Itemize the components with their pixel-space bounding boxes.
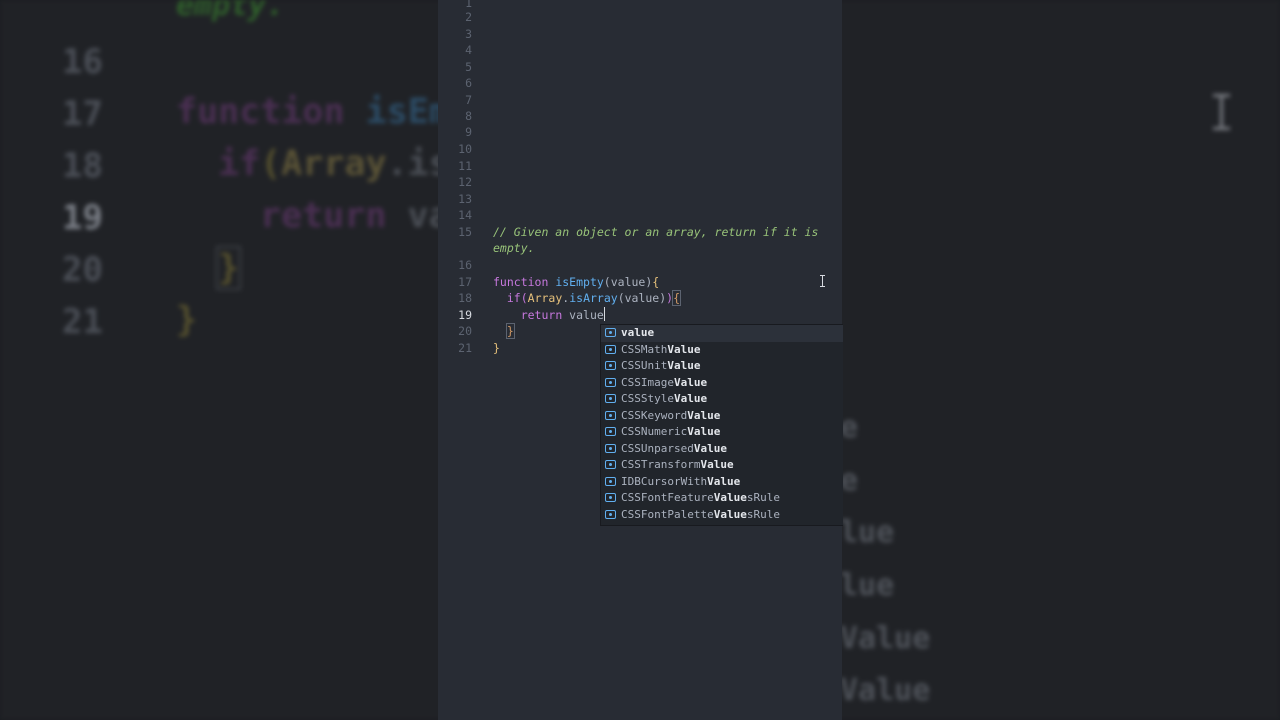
text-cursor-icon	[820, 275, 825, 287]
line-number: 8	[465, 109, 472, 123]
autocomplete-widget[interactable]: value CSSMathValue CSSUnitValue CSSImage…	[600, 324, 843, 526]
bg-code-line-17: function isEm	[176, 92, 450, 132]
suggestion-item[interactable]: CSSKeywordValue	[601, 408, 843, 425]
line-number: 6	[465, 76, 472, 90]
line-number-active: 19	[458, 308, 472, 322]
variable-icon	[605, 460, 616, 469]
line-number: 21	[458, 341, 472, 355]
line-number: 5	[465, 60, 472, 74]
suggestion-item[interactable]: IDBCursorWithValue	[601, 474, 843, 491]
line-number: 10	[458, 142, 472, 156]
code-comment-line: // Given an object or an array, return i…	[493, 225, 819, 239]
line-number: 4	[465, 43, 472, 57]
line-number: 2	[465, 10, 472, 24]
text-caret	[603, 307, 605, 321]
suggestion-item[interactable]: CSSUnparsedValue	[601, 441, 843, 458]
bg-line-number: 20	[62, 250, 103, 290]
suggestion-item[interactable]: CSSImageValue	[601, 375, 843, 392]
variable-icon	[605, 410, 616, 420]
suggestion-item[interactable]: CSSFontPaletteValuesRule	[601, 507, 843, 524]
bg-suggestion-fragment: Value	[840, 621, 931, 656]
line-number: 12	[458, 175, 472, 189]
bg-line-number: 16	[62, 42, 103, 82]
variable-icon	[605, 443, 616, 453]
bg-line-number-active: 19	[62, 198, 103, 238]
variable-icon	[605, 394, 616, 403]
bg-suggestion-fragment: Value	[840, 673, 931, 708]
code-line-18: if(Array.isArray(value)){	[506, 290, 682, 306]
variable-icon	[605, 509, 616, 519]
line-number: 14	[458, 208, 472, 222]
line-number: 17	[458, 275, 472, 289]
line-number: 11	[458, 159, 472, 173]
bg-suggestion-fragment: lue	[840, 515, 895, 550]
bg-code-line-18: if(Array.is	[218, 144, 450, 184]
variable-icon	[605, 476, 616, 486]
line-number: 18	[458, 291, 472, 305]
variable-icon	[605, 427, 616, 436]
code-line-19: return value	[520, 307, 605, 322]
variable-icon	[605, 361, 616, 370]
suggestion-item[interactable]: CSSStyleValue	[601, 391, 843, 408]
code-line-21: }	[493, 341, 500, 355]
code-line-20: }	[505, 323, 515, 339]
code-line-17: function isEmpty(value){	[493, 275, 660, 289]
suggestion-item[interactable]: value	[601, 325, 843, 342]
line-number: 13	[458, 192, 472, 206]
bg-code-line-19: return va	[260, 196, 450, 236]
bg-suggestion-fragment: lue	[840, 568, 895, 603]
suggestion-item[interactable]: CSSMathValue	[601, 342, 843, 359]
line-number: 9	[465, 125, 472, 139]
bg-code-line-21: }	[176, 300, 198, 340]
code-comment-line-wrap: empty.	[493, 241, 535, 255]
bg-code-line-20: }	[215, 246, 242, 290]
bg-comment-fragment: empty.	[176, 0, 285, 23]
line-number: 16	[458, 258, 472, 272]
variable-icon	[605, 328, 616, 337]
suggestion-item[interactable]: CSSUnitValue	[601, 358, 843, 375]
bg-line-number: 17	[62, 94, 103, 134]
variable-icon	[605, 344, 616, 354]
line-number: 15	[458, 225, 472, 239]
text-cursor-icon	[1213, 94, 1230, 130]
variable-icon	[605, 377, 616, 387]
suggestion-item[interactable]: CSSNumericValue	[601, 424, 843, 441]
line-number: 7	[465, 93, 472, 107]
bg-line-number: 18	[62, 146, 103, 186]
bg-line-number: 21	[62, 302, 103, 342]
variable-icon	[605, 493, 616, 502]
suggestion-item[interactable]: CSSTransformValue	[601, 457, 843, 474]
line-number: 20	[458, 324, 472, 338]
line-number: 3	[465, 27, 472, 41]
suggestion-item[interactable]: CSSFontFeatureValuesRule	[601, 490, 843, 507]
